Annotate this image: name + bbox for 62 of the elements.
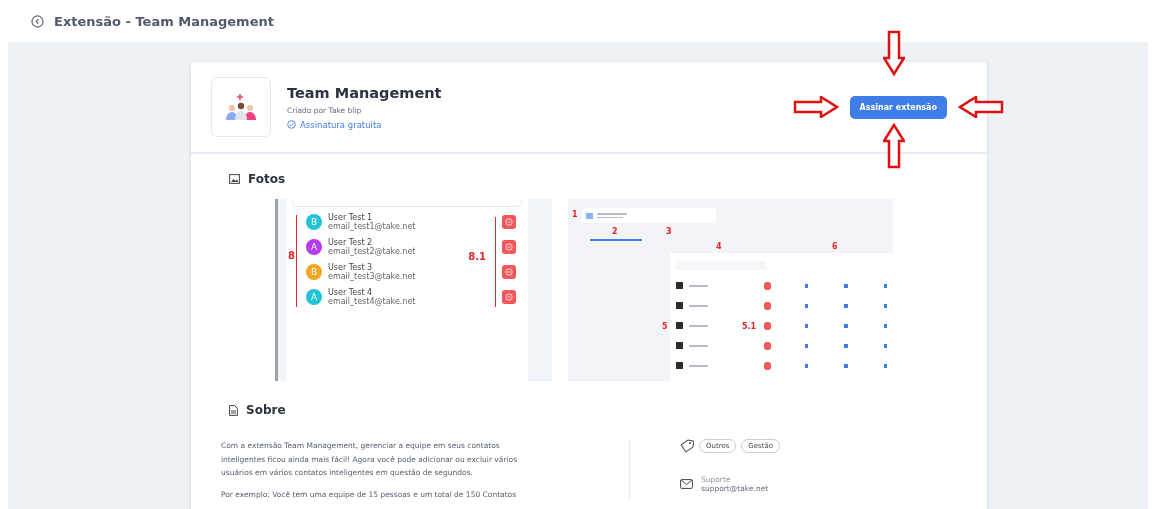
bot-icon (676, 362, 683, 369)
user-avatar: A (306, 238, 322, 255)
text-line (688, 304, 708, 307)
checkbox-icon (804, 323, 809, 328)
remove-icon (763, 281, 771, 290)
user-name: User Test 2 (328, 237, 374, 247)
remove-icon (763, 361, 771, 370)
remove-icon (502, 239, 516, 254)
text-line (688, 364, 708, 367)
remove-icon (502, 214, 516, 229)
bot-icon (676, 322, 683, 329)
text-line (688, 284, 708, 287)
mail-icon (680, 479, 693, 489)
user-avatar: B (306, 263, 322, 280)
annotation-arrow (882, 123, 905, 169)
bot-icon (676, 342, 683, 349)
check-circle-icon (287, 120, 296, 129)
checkbox-icon (844, 283, 848, 288)
page-title: Extensão - Team Management (54, 13, 274, 29)
checkbox-icon (883, 303, 887, 308)
checkbox-icon (844, 363, 848, 368)
user-email: email_test3@take.net (328, 271, 417, 281)
bots-screenshot: 1 2 3 4 6 5 5.1 (568, 199, 893, 381)
back-icon[interactable] (31, 14, 44, 28)
image-icon (229, 174, 240, 184)
bot-icon (676, 282, 683, 289)
checkbox-icon (883, 323, 887, 328)
user-name: User Test 4 (328, 287, 374, 297)
users-screenshot: B User Test 1 email_test1@take.net A User Test 2 email_test2@take.net B User Test 3 email_test3@take.net A User Test 4 email_test4@take.net 8 8.1 (275, 199, 552, 381)
checkbox-icon (804, 283, 809, 288)
checkbox-icon (844, 303, 848, 308)
checkbox-icon (804, 343, 809, 348)
document-icon (229, 404, 238, 416)
annotation-arrow (792, 96, 839, 118)
text-line (688, 344, 708, 347)
user-name: User Test 3 (328, 262, 374, 272)
remove-icon (502, 264, 516, 279)
user-email: email_test1@take.net (328, 221, 417, 231)
checkbox-icon (883, 283, 887, 288)
remove-icon (763, 321, 771, 330)
extension-logo (211, 77, 271, 137)
user-avatar: B (306, 213, 322, 230)
checkbox-icon (883, 363, 887, 368)
user-name: User Test 1 (328, 212, 374, 222)
checkbox-icon (844, 343, 848, 348)
checkbox-icon (804, 363, 809, 368)
tag-icon (680, 439, 694, 453)
text-line (688, 324, 708, 327)
checkbox-icon (844, 323, 848, 328)
section-title: Sobre (246, 403, 286, 417)
remove-icon (763, 301, 771, 310)
remove-icon (502, 289, 516, 304)
user-email: email_test4@take.net (328, 296, 417, 306)
remove-icon (763, 341, 771, 350)
user-avatar: A (306, 288, 322, 305)
extension-name: Team Management (287, 84, 443, 101)
checkbox-icon (804, 303, 809, 308)
checkbox-icon (883, 343, 887, 348)
subscribe-button[interactable]: Assinar extensão (849, 96, 947, 119)
section-title: Fotos (248, 172, 286, 186)
plan-label: Assinatura gratuita (287, 119, 834, 130)
bot-icon (676, 302, 683, 309)
